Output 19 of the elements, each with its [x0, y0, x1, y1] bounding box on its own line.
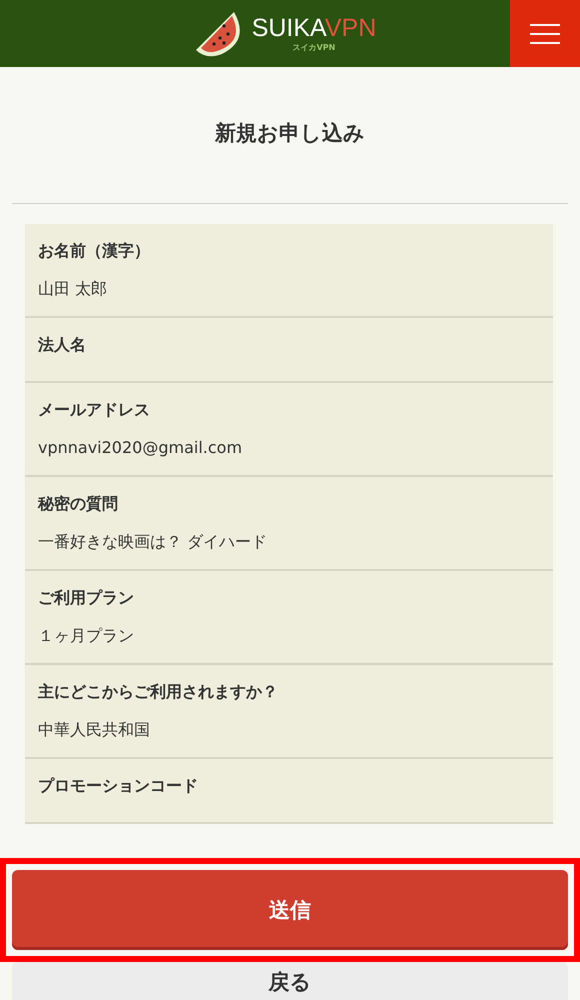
field-label: ご利用プラン: [38, 587, 135, 609]
field-label: メールアドレス: [38, 399, 151, 421]
field-value: 一番好きな映画は？ ダイハード: [38, 531, 268, 553]
field-label: 法人名: [38, 334, 87, 356]
menu-button[interactable]: [510, 0, 580, 67]
field-value: vpnnavi2020@gmail.com: [38, 437, 244, 459]
field-value: １ヶ月プラン: [38, 625, 135, 647]
menu-icon: [530, 22, 560, 44]
field-value: 山田 太郎: [38, 278, 108, 300]
field-label: 主にどこからご利用されますか？: [38, 681, 279, 703]
field-label: お名前（漢字）: [38, 240, 151, 262]
field-label: プロモーションコード: [38, 775, 199, 797]
field-value: 中華人民共和国: [38, 719, 151, 741]
brand-name: SUIKAVPN: [252, 14, 376, 42]
field-label: 秘密の質問: [38, 493, 119, 515]
submit-button[interactable]: 送信: [12, 870, 568, 950]
back-button[interactable]: 戻る: [12, 962, 568, 1000]
brand-subtitle: スイカVPN: [292, 42, 336, 53]
page-title: 新規お申し込み: [214, 120, 366, 147]
